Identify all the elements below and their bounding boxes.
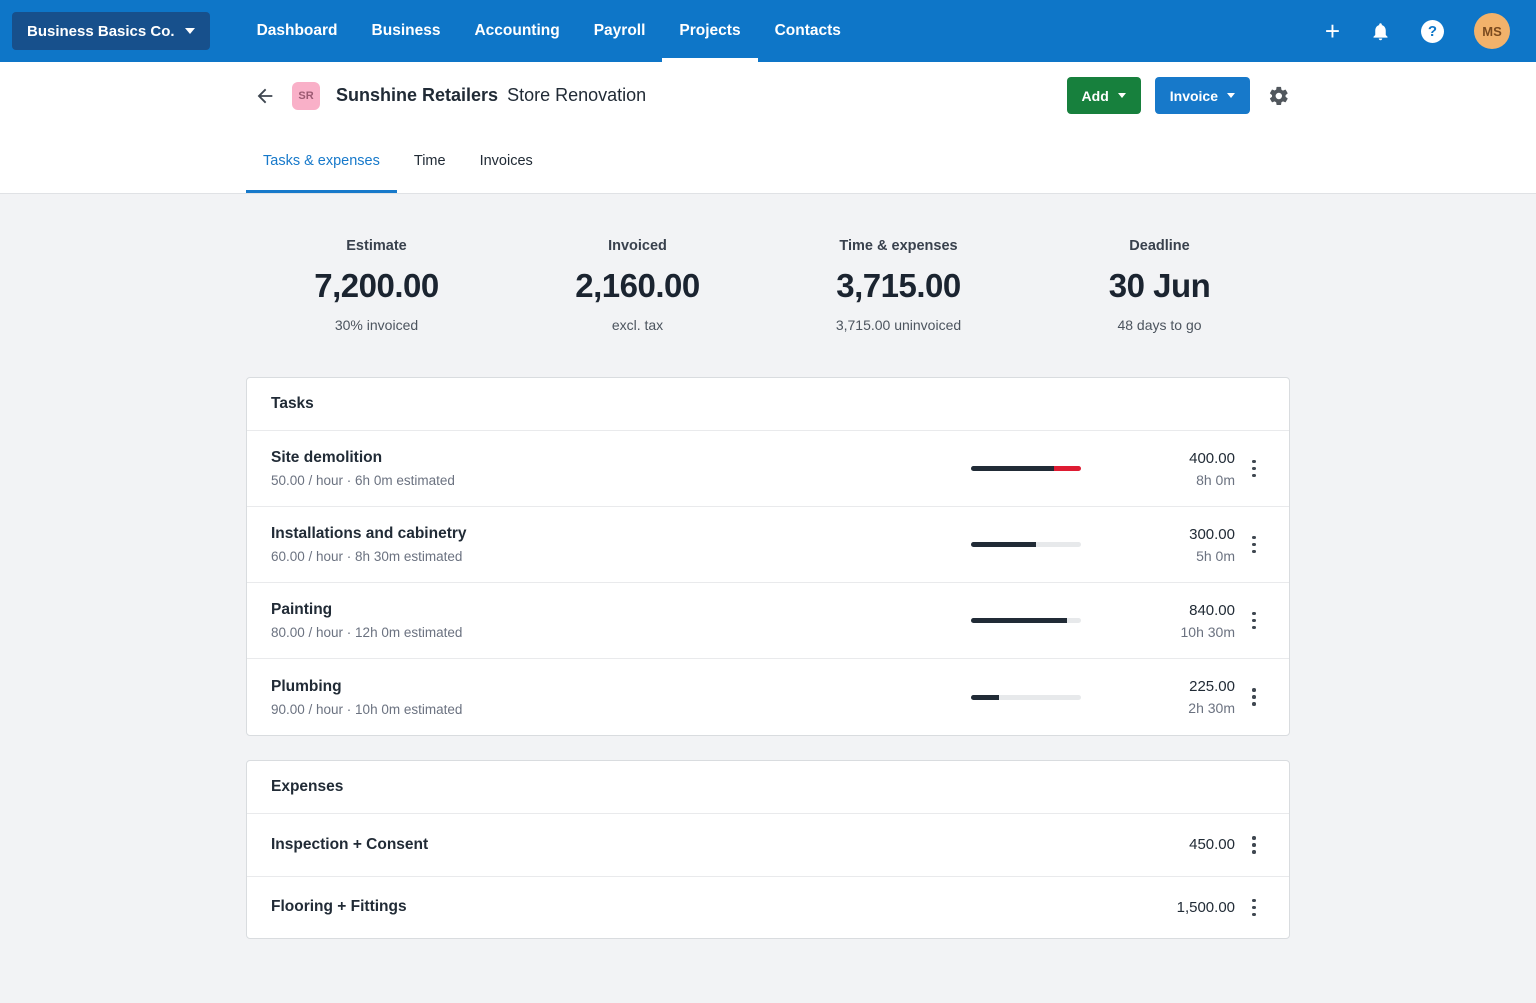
add-button-label: Add [1082,88,1109,104]
tab-time[interactable]: Time [397,129,463,193]
kebab-menu-icon[interactable] [1235,606,1273,636]
kebab-menu-icon[interactable] [1235,893,1273,923]
project-name: Store Renovation [507,85,646,106]
project-header: SR Sunshine Retailers Store Renovation A… [0,62,1536,129]
chevron-down-icon [1227,93,1235,98]
task-time: 8h 0m [1121,472,1235,488]
task-row[interactable]: Site demolition 50.00 / hour · 6h 0m est… [247,431,1289,507]
invoice-button[interactable]: Invoice [1155,77,1250,114]
stat-estimate: Estimate 7,200.00 30% invoiced [246,238,507,333]
header-actions: Add Invoice [1067,77,1290,114]
task-time: 10h 30m [1121,624,1235,640]
task-row[interactable]: Plumbing 90.00 / hour · 10h 0m estimated… [247,659,1289,735]
nav-item-dashboard[interactable]: Dashboard [240,0,355,62]
task-progress-bar [971,695,1081,700]
stat-value: 2,160.00 [507,267,768,305]
tab-tasks-expenses[interactable]: Tasks & expenses [246,129,397,193]
chevron-down-icon [185,28,195,34]
expense-amount: 1,500.00 [1121,899,1235,916]
stat-value: 7,200.00 [246,267,507,305]
stat-subtext: excl. tax [507,317,768,333]
tab-bar: Tasks & expenses Time Invoices [0,129,1536,194]
primary-nav: Dashboard Business Accounting Payroll Pr… [240,0,858,62]
add-button[interactable]: Add [1067,77,1141,114]
task-row[interactable]: Installations and cabinetry 60.00 / hour… [247,507,1289,583]
stat-label: Deadline [1029,238,1290,254]
org-selector-label: Business Basics Co. [27,23,175,40]
org-selector[interactable]: Business Basics Co. [12,12,210,50]
project-badge: SR [292,82,320,110]
client-name: Sunshine Retailers [336,85,498,106]
stat-time-expenses: Time & expenses 3,715.00 3,715.00 uninvo… [768,238,1029,333]
main-content: Estimate 7,200.00 30% invoiced Invoiced … [0,194,1536,1003]
task-time: 2h 30m [1121,700,1235,716]
bell-icon[interactable] [1370,21,1391,42]
task-detail: 80.00 / hour · 12h 0m estimated [271,625,971,640]
help-icon[interactable]: ? [1421,20,1444,43]
stat-subtext: 48 days to go [1029,317,1290,333]
nav-item-contacts[interactable]: Contacts [758,0,858,62]
task-detail: 50.00 / hour · 6h 0m estimated [271,473,971,488]
tab-invoices[interactable]: Invoices [463,129,550,193]
task-name: Painting [271,601,971,619]
stat-label: Estimate [246,238,507,254]
page-title: Sunshine Retailers Store Renovation [336,85,646,106]
kebab-menu-icon[interactable] [1235,682,1273,712]
expenses-panel-title: Expenses [247,761,1289,814]
nav-item-business[interactable]: Business [355,0,458,62]
stat-value: 30 Jun [1029,267,1290,305]
task-detail: 60.00 / hour · 8h 30m estimated [271,549,971,564]
expense-amount: 450.00 [1121,836,1235,853]
expenses-panel: Expenses Inspection + Consent 450.00 Flo… [246,760,1290,939]
expense-name: Inspection + Consent [271,836,1121,854]
nav-item-payroll[interactable]: Payroll [577,0,663,62]
tasks-panel: Tasks Site demolition 50.00 / hour · 6h … [246,377,1290,736]
task-row[interactable]: Painting 80.00 / hour · 12h 0m estimated… [247,583,1289,659]
expense-name: Flooring + Fittings [271,898,1121,916]
stat-label: Time & expenses [768,238,1029,254]
top-navigation-bar: Business Basics Co. Dashboard Business A… [0,0,1536,62]
task-progress-bar [971,542,1081,547]
task-progress-bar [971,618,1081,623]
stat-label: Invoiced [507,238,768,254]
project-summary-stats: Estimate 7,200.00 30% invoiced Invoiced … [246,238,1290,333]
task-amount: 300.00 [1121,526,1235,543]
task-amount: 400.00 [1121,450,1235,467]
kebab-menu-icon[interactable] [1235,530,1273,560]
task-name: Plumbing [271,678,971,696]
avatar[interactable]: MS [1474,13,1510,49]
back-arrow-icon[interactable] [254,85,276,107]
kebab-menu-icon[interactable] [1235,830,1273,860]
stat-subtext: 3,715.00 uninvoiced [768,317,1029,333]
stat-subtext: 30% invoiced [246,317,507,333]
stat-deadline: Deadline 30 Jun 48 days to go [1029,238,1290,333]
task-name: Installations and cabinetry [271,525,971,543]
tasks-panel-title: Tasks [247,378,1289,431]
gear-icon[interactable] [1268,85,1290,107]
task-amount: 840.00 [1121,602,1235,619]
stat-value: 3,715.00 [768,267,1029,305]
expense-row[interactable]: Flooring + Fittings 1,500.00 [247,877,1289,939]
plus-icon[interactable]: + [1325,18,1340,44]
task-progress-bar [971,466,1081,471]
nav-item-accounting[interactable]: Accounting [457,0,576,62]
task-detail: 90.00 / hour · 10h 0m estimated [271,702,971,717]
nav-item-projects[interactable]: Projects [662,0,757,62]
stat-invoiced: Invoiced 2,160.00 excl. tax [507,238,768,333]
task-name: Site demolition [271,449,971,467]
topnav-right-icons: + ? MS [1325,13,1510,49]
chevron-down-icon [1118,93,1126,98]
expense-row[interactable]: Inspection + Consent 450.00 [247,814,1289,877]
kebab-menu-icon[interactable] [1235,454,1273,484]
invoice-button-label: Invoice [1170,88,1218,104]
task-time: 5h 0m [1121,548,1235,564]
task-amount: 225.00 [1121,678,1235,695]
